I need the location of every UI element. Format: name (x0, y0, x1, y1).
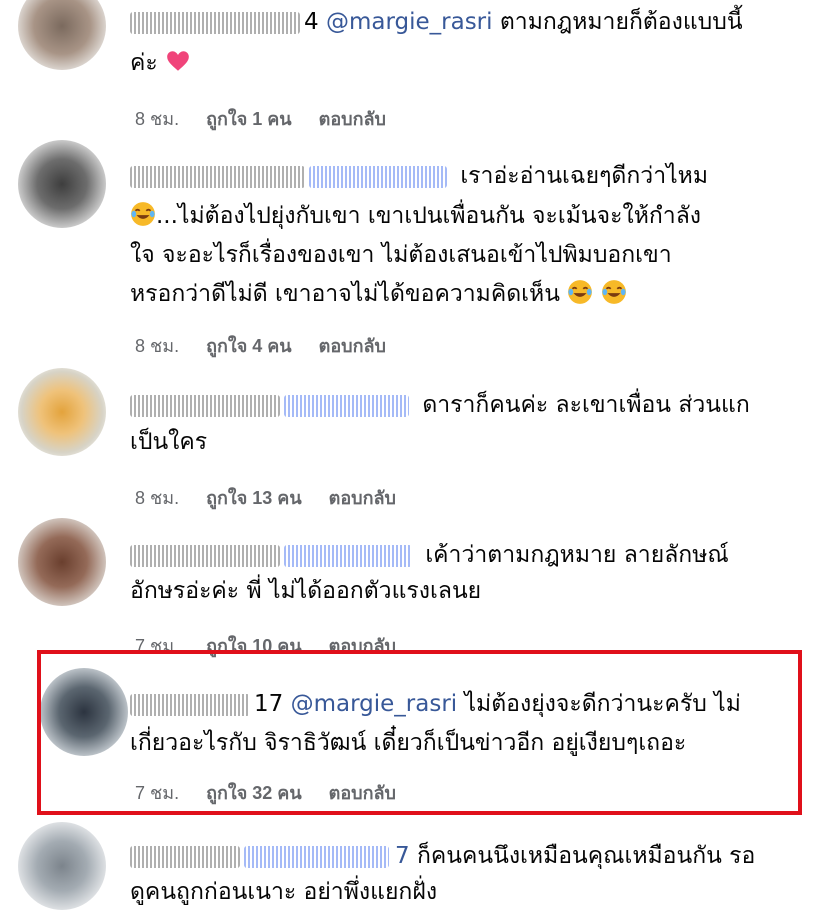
comment-text-line2: เป็นใคร (130, 429, 208, 455)
reply-button[interactable]: ตอบกลับ (319, 109, 386, 129)
like-count[interactable]: ถูกใจ 13 คน (206, 488, 302, 508)
heart-emoji-icon (167, 51, 189, 71)
avatar[interactable] (18, 822, 106, 910)
timestamp[interactable]: 8 ชม. (135, 488, 179, 508)
mention-link-blurred[interactable] (284, 544, 412, 567)
like-count[interactable]: ถูกใจ 1 คน (206, 109, 292, 129)
commenter-name-suffix[interactable]: 4 (304, 9, 319, 35)
comment-text-line2: ...ไม่ต้องไปยุ่งกับเขา เขาเปนเพื่อนกัน จ… (130, 198, 701, 234)
like-count[interactable]: ถูกใจ 4 คน (206, 336, 292, 356)
laughing-emoji-icon (601, 280, 626, 304)
commenter-name-blurred[interactable] (130, 11, 300, 34)
timestamp[interactable]: 8 ชม. (135, 336, 179, 356)
mention-link-suffix[interactable]: 7 (395, 843, 410, 869)
laughing-emoji-icon (131, 202, 155, 226)
comment-meta: 8 ชม. ถูกใจ 1 คน ตอบกลับ (135, 104, 408, 133)
laughing-emoji-icon (568, 280, 593, 304)
comment-text: เค้าว่าตามกฎหมาย ลายลักษณ์ (130, 537, 729, 573)
commenter-name-blurred[interactable] (130, 544, 280, 567)
mention-link-blurred[interactable] (284, 394, 409, 417)
comment-text: 4 @margie_rasri ตามกฎหมายก็ต้องแบบนี้ (130, 4, 743, 40)
comment-text-line2: ค่ะ (130, 45, 191, 81)
reply-button[interactable]: ตอบกลับ (329, 488, 396, 508)
mention-link[interactable]: @margie_rasri (326, 9, 493, 35)
comment-text-line4: หรอกว่าดีไม่ดี เขาอาจไม่ได้ขอความคิดเห็น (130, 276, 627, 312)
comment-text-line2: อักษรอ่ะค่ะ พี่ ไม่ได้ออกตัวแรงเลนย (130, 578, 482, 604)
reply-button[interactable]: ตอบกลับ (319, 336, 386, 356)
comment-text: เราอ่ะอ่านเฉยๆดีกว่าไหม (130, 158, 708, 194)
comment-text: 7 ก็คนคนนึงเหมือนคุณเหมือนกัน รอ (130, 838, 755, 874)
highlight-box (37, 650, 802, 815)
comment-text-line3: ใจ จะอะไรก็เรื่องของเขา ไม่ต้องเสนอเข้าไ… (130, 242, 672, 268)
timestamp[interactable]: 8 ชม. (135, 109, 179, 129)
comment-text-line2: ดูคนถูกก่อนเนาะ อย่าพึ่งแยกฝั่ง (130, 879, 438, 905)
avatar[interactable] (18, 368, 106, 456)
mention-link-blurred[interactable] (244, 845, 389, 868)
commenter-name-blurred[interactable] (130, 845, 240, 868)
comment-text: ดาราก็คนค่ะ ละเขาเพื่อน ส่วนแก (130, 387, 750, 423)
comment-meta: 8 ชม. ถูกใจ 13 คน ตอบกลับ (135, 483, 418, 512)
avatar[interactable] (18, 140, 106, 228)
commenter-name-blurred[interactable] (130, 165, 305, 188)
commenter-name-blurred[interactable] (130, 394, 280, 417)
comment-meta: 8 ชม. ถูกใจ 4 คน ตอบกลับ (135, 331, 408, 360)
avatar[interactable] (18, 0, 106, 70)
avatar[interactable] (18, 518, 106, 606)
mention-link-blurred[interactable] (309, 165, 447, 188)
